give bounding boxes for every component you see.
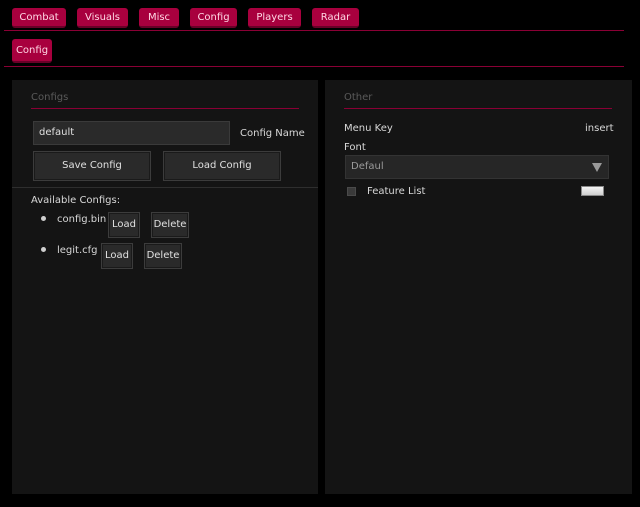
other-title: Other xyxy=(344,92,373,103)
feature-list-checkbox[interactable] xyxy=(347,187,356,196)
configs-title-underline xyxy=(31,108,299,109)
save-config-button[interactable]: Save Config xyxy=(33,151,151,181)
tab-misc[interactable]: Misc xyxy=(139,8,179,28)
other-title-underline xyxy=(344,108,612,109)
subtabs-underline xyxy=(4,66,624,67)
configs-divider xyxy=(12,187,318,188)
menu-key-value[interactable]: insert xyxy=(585,123,614,134)
feature-list-color-picker[interactable] xyxy=(581,186,604,196)
config-item-name: legit.cfg xyxy=(57,245,98,256)
tab-radar[interactable]: Radar xyxy=(312,8,359,28)
load-item-button[interactable]: Load xyxy=(108,212,140,238)
load-config-button[interactable]: Load Config xyxy=(163,151,281,181)
other-panel: Other Menu Key insert Font Defaul Featur… xyxy=(325,80,632,494)
font-dropdown[interactable]: Defaul xyxy=(345,155,609,179)
list-bullet xyxy=(41,247,46,252)
tabs-underline xyxy=(4,30,624,31)
config-name-label: Config Name xyxy=(240,128,305,139)
load-item-button[interactable]: Load xyxy=(101,243,133,269)
delete-item-button[interactable]: Delete xyxy=(151,212,189,238)
configs-title: Configs xyxy=(31,92,69,103)
font-label: Font xyxy=(344,142,366,153)
list-bullet xyxy=(41,216,46,221)
feature-list-label: Feature List xyxy=(367,186,426,197)
config-item-name: config.bin xyxy=(57,214,107,225)
font-dropdown-value: Defaul xyxy=(351,161,384,172)
available-configs-label: Available Configs: xyxy=(31,195,121,206)
chevron-down-icon xyxy=(592,163,602,172)
tab-visuals[interactable]: Visuals xyxy=(77,8,128,28)
configs-panel: Configs default Config Name Save Config … xyxy=(12,80,318,494)
tab-players[interactable]: Players xyxy=(248,8,301,28)
config-name-input[interactable]: default xyxy=(33,121,230,145)
tab-combat[interactable]: Combat xyxy=(12,8,66,28)
subtab-config[interactable]: Config xyxy=(12,39,52,63)
delete-item-button[interactable]: Delete xyxy=(144,243,182,269)
tab-config[interactable]: Config xyxy=(190,8,237,28)
menu-key-label: Menu Key xyxy=(344,123,393,134)
